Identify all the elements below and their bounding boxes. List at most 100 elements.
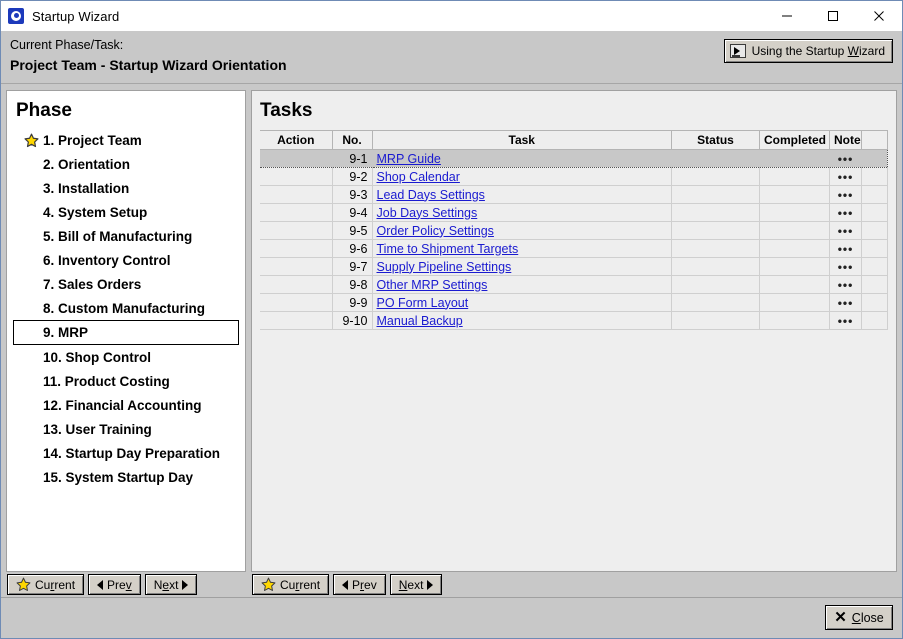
phase-item[interactable]: 3. Installation [13,176,239,200]
task-row[interactable]: 9-1 MRP Guide ••• [260,149,888,168]
task-link[interactable]: Manual Backup [377,314,463,328]
phase-item[interactable]: 9. MRP [13,320,239,345]
current-phase-label: Current Phase/Task: [10,38,124,52]
task-name-cell[interactable]: PO Form Layout [372,293,672,312]
task-row[interactable]: 9-6 Time to Shipment Targets ••• [260,239,888,258]
task-name-cell[interactable]: Order Policy Settings [372,221,672,240]
task-note-cell[interactable]: ••• [829,203,862,222]
task-status-cell [671,185,760,204]
task-note-cell[interactable]: ••• [829,311,862,330]
task-name-cell[interactable]: Manual Backup [372,311,672,330]
task-link[interactable]: Order Policy Settings [377,224,494,238]
task-row[interactable]: 9-5 Order Policy Settings ••• [260,221,888,240]
task-note-cell[interactable]: ••• [829,293,862,312]
phase-item[interactable]: 14. Startup Day Preparation [13,441,239,465]
tasks-column-header[interactable]: Completed [759,130,830,150]
phase-item[interactable]: 4. System Setup [13,200,239,224]
task-name-cell[interactable]: Other MRP Settings [372,275,672,294]
tasks-next-button[interactable]: Next [389,574,443,595]
task-note-cell[interactable]: ••• [829,167,862,186]
tasks-column-header[interactable]: Status [671,130,760,150]
footer-bar: ✕ Close [1,597,902,638]
note-ellipsis-icon[interactable]: ••• [838,206,854,220]
task-link[interactable]: Supply Pipeline Settings [377,260,512,274]
task-note-cell[interactable]: ••• [829,185,862,204]
phase-item[interactable]: 15. System Startup Day [13,465,239,489]
current-phase-header: Current Phase/Task: Project Team - Start… [1,31,902,84]
task-link[interactable]: Time to Shipment Targets [377,242,519,256]
note-ellipsis-icon[interactable]: ••• [838,188,854,202]
tasks-column-header[interactable]: No. [332,130,373,150]
close-dialog-button[interactable]: ✕ Close [825,605,893,630]
tasks-column-header[interactable]: Task [372,130,672,150]
task-note-cell[interactable]: ••• [829,149,862,168]
task-name-cell[interactable]: Lead Days Settings [372,185,672,204]
task-row[interactable]: 9-2 Shop Calendar ••• [260,167,888,186]
phase-item[interactable]: 1. Project Team [13,128,239,152]
x-icon: ✕ [834,609,847,626]
task-name-cell[interactable]: MRP Guide [372,149,672,168]
tasks-current-button[interactable]: Current [252,574,330,595]
task-name-cell[interactable]: Supply Pipeline Settings [372,257,672,276]
phase-item[interactable]: 10. Shop Control [13,345,239,369]
phase-item[interactable]: 13. User Training [13,417,239,441]
task-row[interactable]: 9-9 PO Form Layout ••• [260,293,888,312]
task-spacer-cell [861,293,888,312]
phase-item[interactable]: 5. Bill of Manufacturing [13,224,239,248]
phase-item-label: 1. Project Team [43,132,142,148]
task-no-cell: 9-2 [332,167,373,186]
note-ellipsis-icon[interactable]: ••• [838,152,854,166]
task-link[interactable]: Job Days Settings [377,206,478,220]
task-link[interactable]: MRP Guide [377,152,441,166]
task-note-cell[interactable]: ••• [829,257,862,276]
video-monitor-icon [729,44,746,58]
task-status-cell [671,257,760,276]
note-ellipsis-icon[interactable]: ••• [838,170,854,184]
phase-next-button[interactable]: Next [144,574,198,595]
phase-item[interactable]: 2. Orientation [13,152,239,176]
note-ellipsis-icon[interactable]: ••• [838,278,854,292]
phase-prev-button[interactable]: Prev [88,574,141,595]
task-row[interactable]: 9-7 Supply Pipeline Settings ••• [260,257,888,276]
note-ellipsis-icon[interactable]: ••• [838,296,854,310]
task-name-cell[interactable]: Time to Shipment Targets [372,239,672,258]
tasks-column-header[interactable]: Action [260,130,333,150]
using-the-startup-wizard-button[interactable]: Using the Startup Wizard [723,39,893,63]
phase-item[interactable]: 12. Financial Accounting [13,393,239,417]
task-completed-cell [759,185,830,204]
phase-item[interactable]: 11. Product Costing [13,369,239,393]
phase-item-label: 2. Orientation [43,156,131,172]
tasks-prev-button[interactable]: Prev [333,574,386,595]
phase-item[interactable]: 6. Inventory Control [13,248,239,272]
arrow-right-icon [427,579,434,590]
task-spacer-cell [861,203,888,222]
task-row[interactable]: 9-3 Lead Days Settings ••• [260,185,888,204]
minimize-button[interactable] [764,1,810,31]
task-note-cell[interactable]: ••• [829,221,862,240]
task-row[interactable]: 9-4 Job Days Settings ••• [260,203,888,222]
note-ellipsis-icon[interactable]: ••• [838,260,854,274]
close-button[interactable] [856,1,902,31]
task-link[interactable]: Other MRP Settings [377,278,488,292]
phase-toolbar: Current Prev Next [6,571,246,597]
phase-item-label: 11. Product Costing [43,373,170,389]
phase-current-button[interactable]: Current [7,574,85,595]
phase-item[interactable]: 7. Sales Orders [13,272,239,296]
tasks-column-header[interactable]: Note [829,130,862,150]
note-ellipsis-icon[interactable]: ••• [838,314,854,328]
task-status-cell [671,239,760,258]
task-link[interactable]: PO Form Layout [377,296,469,310]
task-note-cell[interactable]: ••• [829,239,862,258]
note-ellipsis-icon[interactable]: ••• [838,224,854,238]
task-name-cell[interactable]: Shop Calendar [372,167,672,186]
phase-item[interactable]: 8. Custom Manufacturing [13,296,239,320]
tasks-column-header[interactable] [861,130,888,150]
note-ellipsis-icon[interactable]: ••• [838,242,854,256]
task-name-cell[interactable]: Job Days Settings [372,203,672,222]
task-note-cell[interactable]: ••• [829,275,862,294]
task-link[interactable]: Lead Days Settings [377,188,485,202]
task-link[interactable]: Shop Calendar [377,170,460,184]
task-row[interactable]: 9-8 Other MRP Settings ••• [260,275,888,294]
task-row[interactable]: 9-10 Manual Backup ••• [260,311,888,330]
maximize-button[interactable] [810,1,856,31]
